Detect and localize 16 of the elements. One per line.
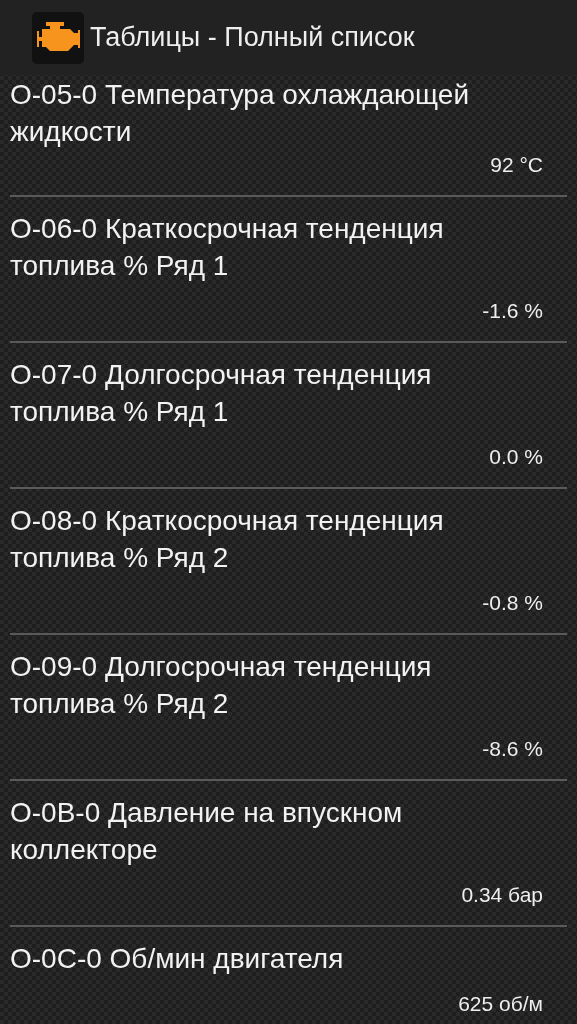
parameter-name: O-05-0 Температура охлаждающей жидкости xyxy=(10,78,471,149)
parameter-value: 0.34 бар xyxy=(461,883,543,906)
parameter-value: 0.0 % xyxy=(489,445,543,468)
parameter-name: O-09-0 Долгосрочная тенденция топлива % Ряд 2 xyxy=(10,650,433,721)
engine-icon xyxy=(32,11,84,64)
parameter-value: -0.8 % xyxy=(482,591,543,614)
parameter-name: O-06-0 Краткосрочная тенденция топлива % Ряд 1 xyxy=(10,212,445,283)
parameter-value: -8.6 % xyxy=(482,737,543,760)
parameter-value: 625 об/м xyxy=(458,992,543,1015)
parameter-name: O-07-0 Долгосрочная тенденция топлива % Ряд 1 xyxy=(10,358,433,429)
parameter-name: O-0C-0 Об/мин двигателя xyxy=(10,942,345,976)
app-title: Таблицы - Полный список xyxy=(90,22,415,53)
parameter-value: 92 °C xyxy=(490,153,543,176)
parameter-name: O-08-0 Краткосрочная тенденция топлива % Ряд 2 xyxy=(10,504,445,575)
parameter-name: O-0B-0 Давление на впускном коллекторе xyxy=(10,796,404,867)
parameter-value: -1.6 % xyxy=(482,299,543,322)
